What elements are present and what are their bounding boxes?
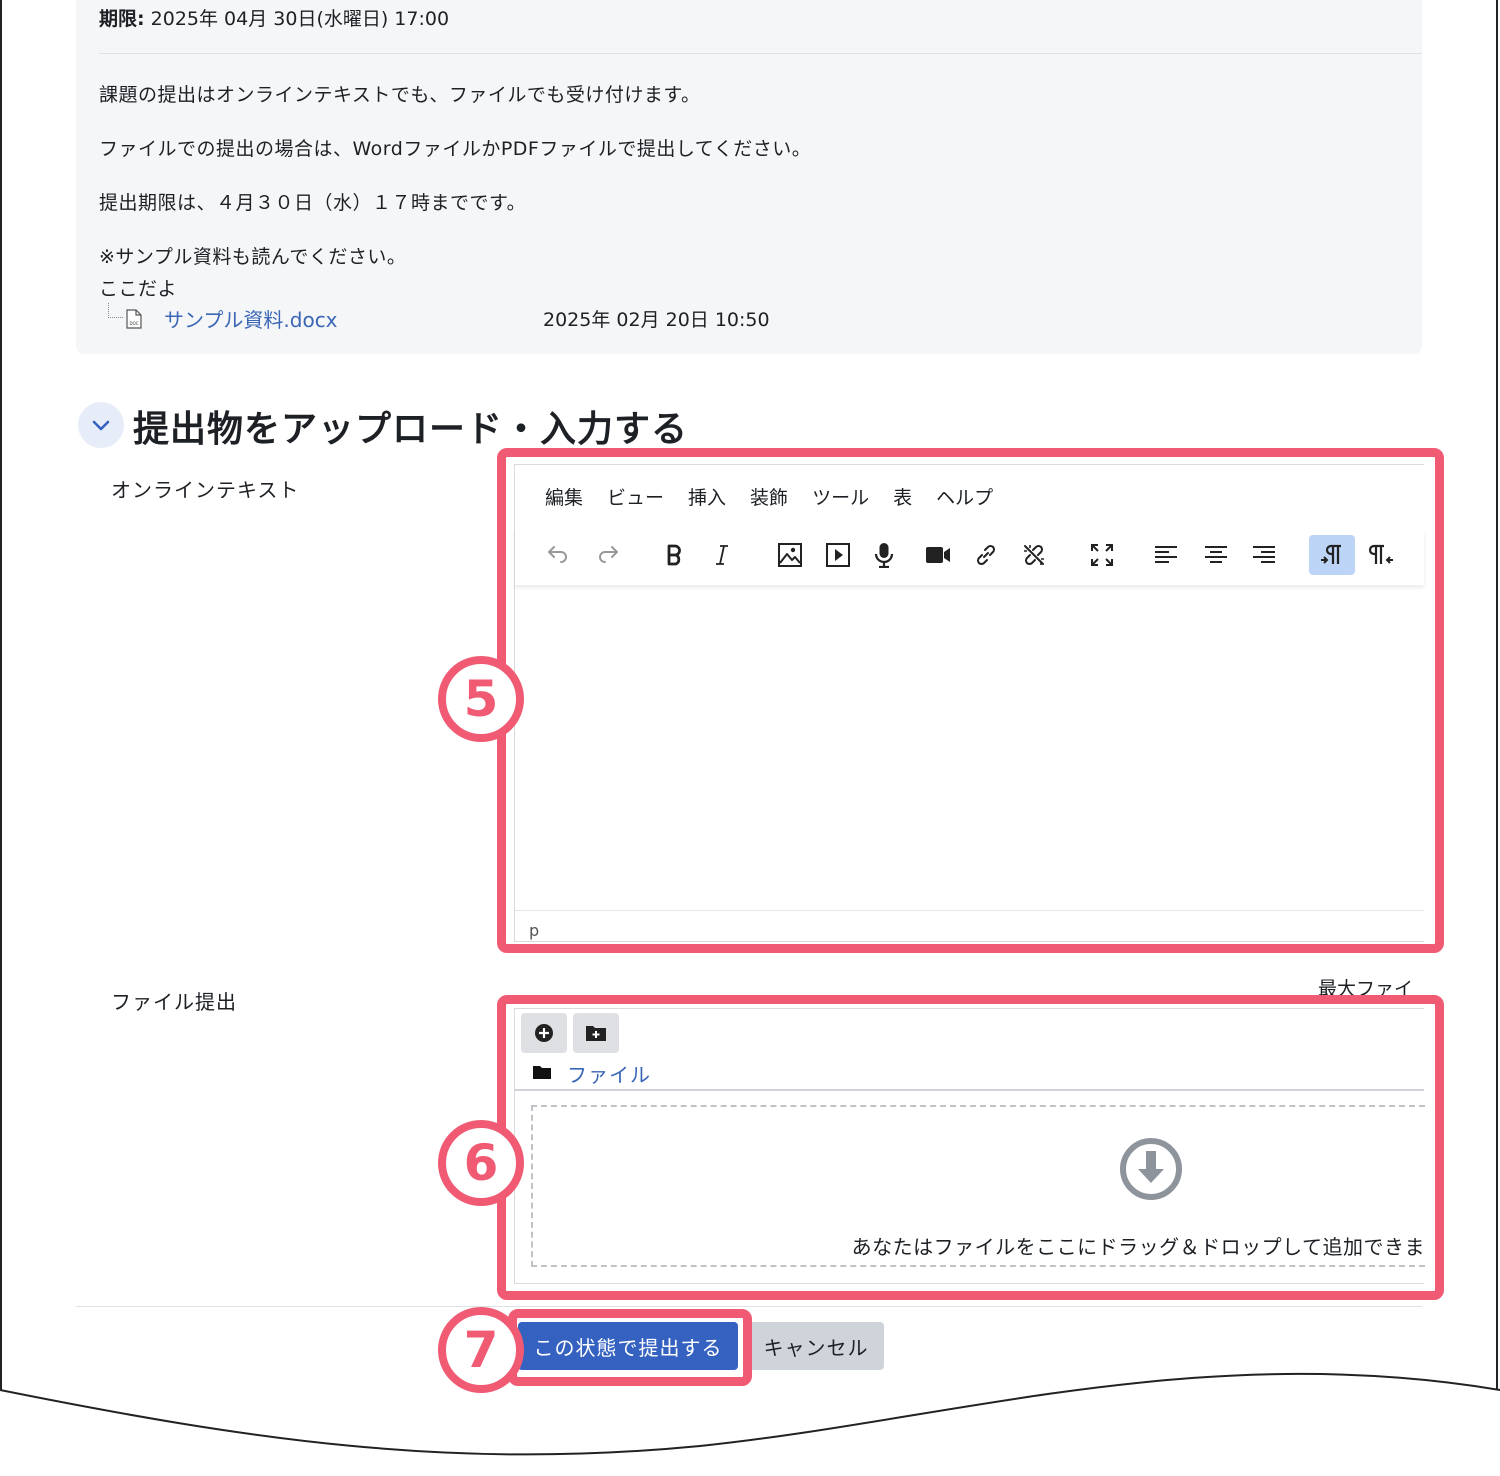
online-text-label: オンラインテキスト — [111, 478, 300, 502]
docx-icon-label: DOC — [129, 321, 138, 326]
editor-highlight-frame — [497, 448, 1444, 953]
chevron-down-icon — [92, 420, 110, 431]
section-collapse-button[interactable] — [78, 402, 124, 448]
docx-file-icon: DOC — [126, 309, 142, 329]
description-line: 課題の提出はオンラインテキストでも、ファイルでも受け付けます。 — [99, 84, 701, 106]
annotation-badge: 6 — [438, 1120, 524, 1206]
file-picker-highlight-frame — [497, 995, 1444, 1300]
annotation-badge: 5 — [438, 656, 524, 742]
description-divider — [99, 53, 1422, 54]
description-line: ※サンプル資料も読んでください。 — [99, 246, 407, 268]
attachment-date: 2025年 02月 20日 10:50 — [543, 309, 770, 331]
form-footer-divider — [76, 1306, 1422, 1307]
attachment-link[interactable]: サンプル資料.docx — [164, 304, 338, 333]
file-submission-label: ファイル提出 — [111, 990, 237, 1014]
description-line: 提出期限は、４月３０日（水）１７時までです。 — [99, 192, 527, 214]
description-line: ここだよ — [99, 278, 178, 300]
file-tree-connector — [108, 303, 123, 318]
due-date: 期限: 2025年 04月 30日(水曜日) 17:00 — [99, 8, 450, 30]
description-line: ファイルでの提出の場合は、WordファイルかPDFファイルで提出してください。 — [99, 138, 812, 160]
section-title: 提出物をアップロード・入力する — [133, 409, 689, 450]
page-wave-edge — [0, 1372, 1500, 1476]
